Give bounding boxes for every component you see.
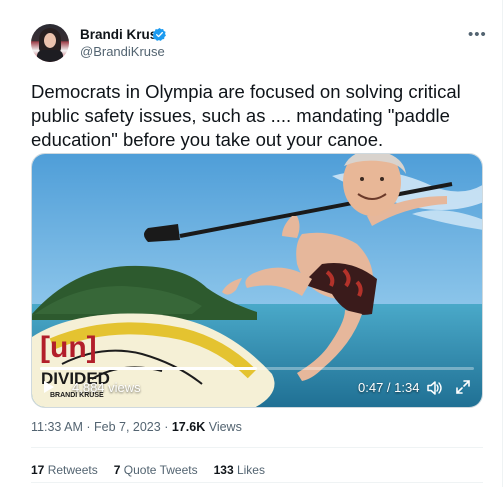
tweet-timestamp[interactable]: 11:33 AM · Feb 7, 2023 <box>31 420 161 434</box>
fullscreen-icon[interactable] <box>456 380 470 394</box>
verified-badge-icon <box>152 27 166 41</box>
video-time: 0:47 / 1:34 <box>358 380 420 395</box>
play-icon[interactable] <box>42 380 56 394</box>
author-handle[interactable]: @BrandiKruse <box>80 44 165 59</box>
video-views: 4,884 views <box>72 380 141 395</box>
divider-bottom <box>31 482 483 483</box>
likes-stat[interactable]: 133 Likes <box>214 463 265 477</box>
video-progress-bar[interactable] <box>40 367 474 370</box>
tweet-meta: 11:33 AM · Feb 7, 2023 · 17.6K Views <box>31 420 242 434</box>
volume-icon[interactable] <box>426 380 442 396</box>
views-word: Views <box>208 420 242 434</box>
retweets-stat[interactable]: 17 Retweets <box>31 463 98 477</box>
watermark-logo-top: [un] <box>40 331 97 364</box>
tweet-card: Brandi Kruse @BrandiKruse ••• Democrats … <box>0 0 503 487</box>
tweet-text: Democrats in Olympia are focused on solv… <box>31 81 461 150</box>
video-progress-fill <box>40 367 257 370</box>
meta-separator: · <box>164 420 169 434</box>
more-horizontal-icon[interactable]: ••• <box>468 26 487 43</box>
avatar[interactable] <box>31 24 69 62</box>
engagement-stats: 17 Retweets 7 Quote Tweets 133 Likes <box>31 463 265 477</box>
divider <box>31 447 483 448</box>
views-count: 17.6K <box>171 420 206 434</box>
quote-tweets-stat[interactable]: 7 Quote Tweets <box>114 463 198 477</box>
